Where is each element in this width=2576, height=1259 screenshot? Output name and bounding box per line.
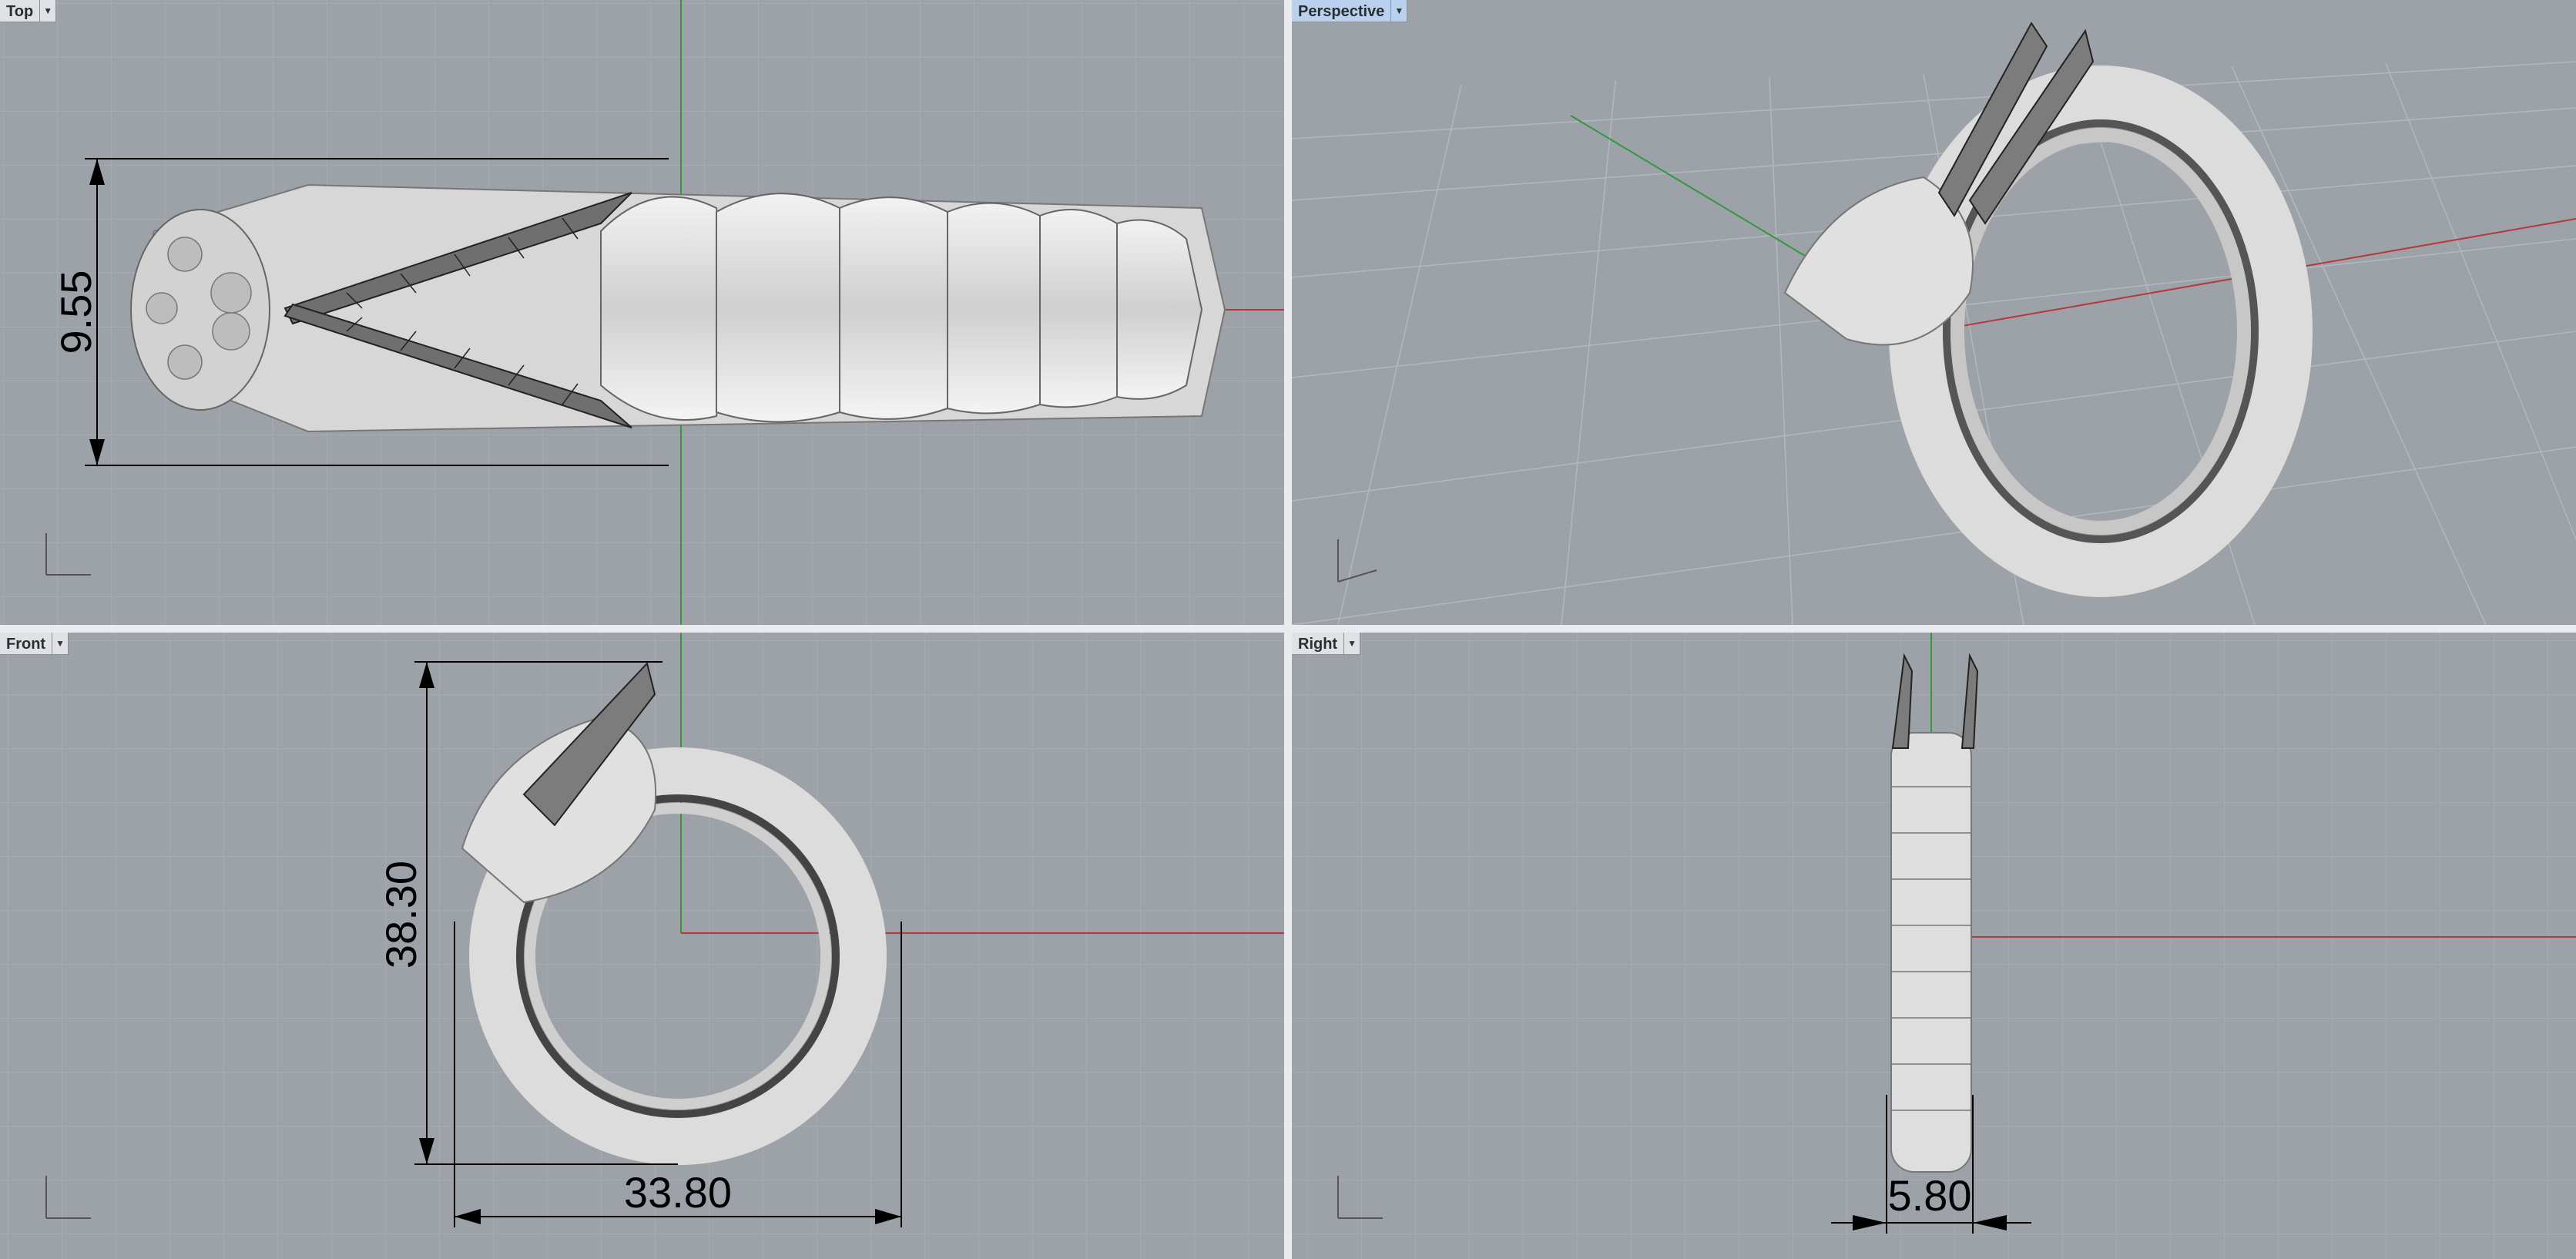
viewport-tab-front[interactable]: Front ▼ [0, 633, 69, 655]
viewport-title: Top [6, 3, 34, 20]
dropdown-arrow-icon[interactable]: ▼ [39, 0, 55, 22]
viewport-tab-right[interactable]: Right ▼ [1292, 633, 1361, 655]
viewport-tab-perspective[interactable]: Perspective ▼ [1292, 0, 1408, 22]
front-canvas: 38.30 33.80 [0, 633, 1284, 1259]
dropdown-arrow-icon[interactable]: ▼ [52, 633, 68, 654]
viewport-layout: Top ▼ 9.55 Perspective ▼ Front ▼ 38.30 3… [0, 0, 2576, 1259]
dropdown-arrow-icon[interactable]: ▼ [1343, 633, 1360, 654]
viewport-front[interactable]: Front ▼ 38.30 33.80 [0, 633, 1284, 1259]
dimension-label-height: 38.30 [377, 861, 425, 969]
viewport-title: Perspective [1298, 3, 1385, 20]
dropdown-arrow-icon[interactable]: ▼ [1390, 0, 1407, 22]
dimension-label-width: 33.80 [624, 1168, 732, 1217]
dragon-ring-model[interactable] [130, 183, 1226, 433]
perspective-canvas [1292, 22, 2576, 625]
axis-indicator [1337, 539, 1377, 582]
dragon-ring-model-right[interactable] [1890, 653, 1979, 1173]
right-canvas: 5.80 [1292, 633, 2576, 1259]
viewport-right[interactable]: Right ▼ 5.80 [1292, 633, 2576, 1259]
top-canvas: 9.55 [0, 0, 1284, 625]
viewport-tab-top[interactable]: Top ▼ [0, 0, 57, 22]
dimension-label-top: 9.55 [52, 270, 100, 354]
viewport-title: Right [1298, 636, 1338, 653]
viewport-title: Front [6, 636, 46, 653]
viewport-top[interactable]: Top ▼ 9.55 [0, 0, 1284, 625]
dimension-label-right: 5.80 [1888, 1171, 1972, 1220]
viewport-perspective[interactable]: Perspective ▼ [1292, 0, 2576, 625]
